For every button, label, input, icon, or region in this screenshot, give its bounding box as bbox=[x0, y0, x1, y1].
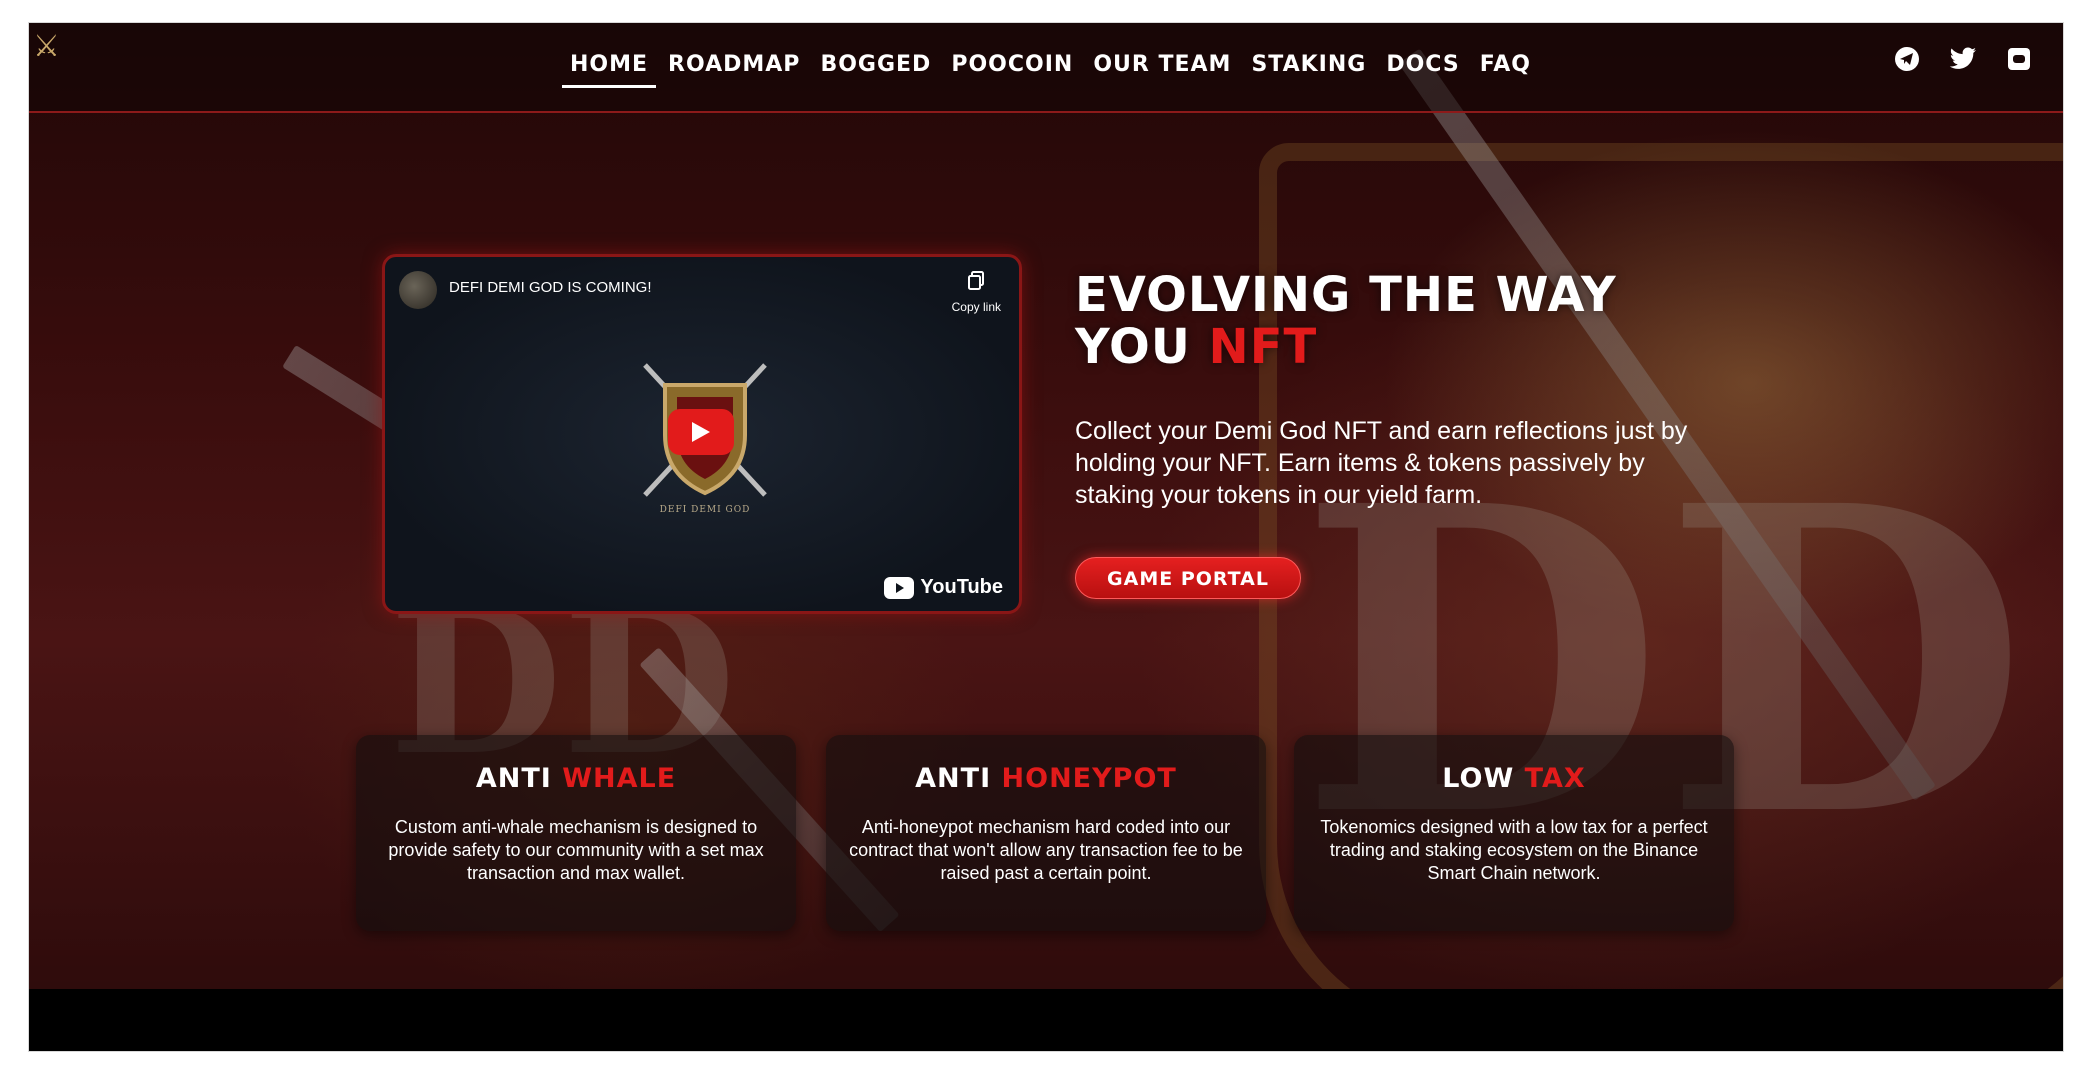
twitter-icon[interactable] bbox=[1949, 45, 1977, 73]
feature-title-accent: WHALE bbox=[562, 763, 677, 794]
feature-description: Custom anti-whale mechanism is designed … bbox=[388, 817, 764, 883]
youtube-logo-icon bbox=[884, 576, 915, 599]
play-button[interactable] bbox=[668, 409, 734, 455]
hero-title-prefix: YOU bbox=[1075, 319, 1191, 375]
nav-link-staking[interactable]: STAKING bbox=[1241, 43, 1376, 87]
nav-link-docs[interactable]: DOCS bbox=[1376, 43, 1469, 87]
feature-title-prefix: ANTI bbox=[475, 763, 552, 794]
feature-card-low-tax: LOW TAX Tokenomics designed with a low t… bbox=[1294, 735, 1734, 931]
page-frame: DD DD ⚔ HOME ROADMAP BOGGED POOCOIN OUR … bbox=[28, 22, 2064, 1052]
feature-title-accent: TAX bbox=[1524, 763, 1586, 794]
nav-link-faq[interactable]: FAQ bbox=[1470, 43, 1541, 87]
feature-description: Tokenomics designed with a low tax for a… bbox=[1320, 817, 1708, 883]
hero-description: Collect your Demi God NFT and earn refle… bbox=[1075, 417, 1688, 509]
feature-title-accent: HONEYPOT bbox=[1001, 763, 1177, 794]
hero-title-accent: NFT bbox=[1208, 319, 1318, 375]
youtube-link[interactable]: YouTube bbox=[884, 576, 1003, 599]
nav-link-home[interactable]: HOME bbox=[560, 43, 658, 88]
video-emblem-text: DEFI DEMI GOD bbox=[659, 505, 751, 515]
hero-title-line1: EVOLVING THE WAY bbox=[1075, 267, 1617, 323]
feature-title: ANTI WHALE bbox=[356, 763, 796, 794]
top-navigation: ⚔ HOME ROADMAP BOGGED POOCOIN OUR TEAM S… bbox=[29, 23, 2063, 113]
feature-title: LOW TAX bbox=[1294, 763, 1734, 794]
nav-link-roadmap[interactable]: ROADMAP bbox=[658, 43, 810, 87]
feature-card-anti-honeypot: ANTI HONEYPOT Anti-honeypot mechanism ha… bbox=[826, 735, 1266, 931]
video-player[interactable]: DEFI DEMI GOD IS COMING! Copy link DEFI … bbox=[382, 254, 1022, 614]
game-portal-button[interactable]: GAME PORTAL bbox=[1075, 557, 1301, 599]
copy-link-button[interactable]: Copy link bbox=[952, 271, 1001, 314]
youtube-label: YouTube bbox=[920, 576, 1003, 598]
play-icon bbox=[692, 422, 710, 442]
nav-link-our-team[interactable]: OUR TEAM bbox=[1083, 43, 1241, 87]
hero-title-line2: YOU NFT bbox=[1075, 321, 1695, 373]
discord-icon[interactable] bbox=[2005, 45, 2033, 73]
copy-link-label: Copy link bbox=[951, 300, 1001, 314]
video-title[interactable]: DEFI DEMI GOD IS COMING! bbox=[449, 279, 652, 296]
telegram-icon[interactable] bbox=[1893, 45, 1921, 73]
channel-avatar[interactable] bbox=[399, 271, 437, 309]
feature-title: ANTI HONEYPOT bbox=[826, 763, 1266, 794]
hero-title: EVOLVING THE WAY YOU NFT bbox=[1075, 269, 1695, 373]
feature-description: Anti-honeypot mechanism hard coded into … bbox=[849, 817, 1243, 883]
nav-link-poocoin[interactable]: POOCOIN bbox=[941, 43, 1083, 87]
copy-icon bbox=[968, 271, 985, 290]
nav-link-bogged[interactable]: BOGGED bbox=[810, 43, 941, 87]
footer-bar bbox=[29, 989, 2063, 1051]
social-links bbox=[1893, 45, 2033, 73]
feature-card-anti-whale: ANTI WHALE Custom anti-whale mechanism i… bbox=[356, 735, 796, 931]
feature-title-prefix: LOW bbox=[1442, 763, 1515, 794]
nav-links: HOME ROADMAP BOGGED POOCOIN OUR TEAM STA… bbox=[560, 43, 1541, 88]
site-logo[interactable]: ⚔ bbox=[33, 29, 63, 85]
feature-title-prefix: ANTI bbox=[915, 763, 992, 794]
